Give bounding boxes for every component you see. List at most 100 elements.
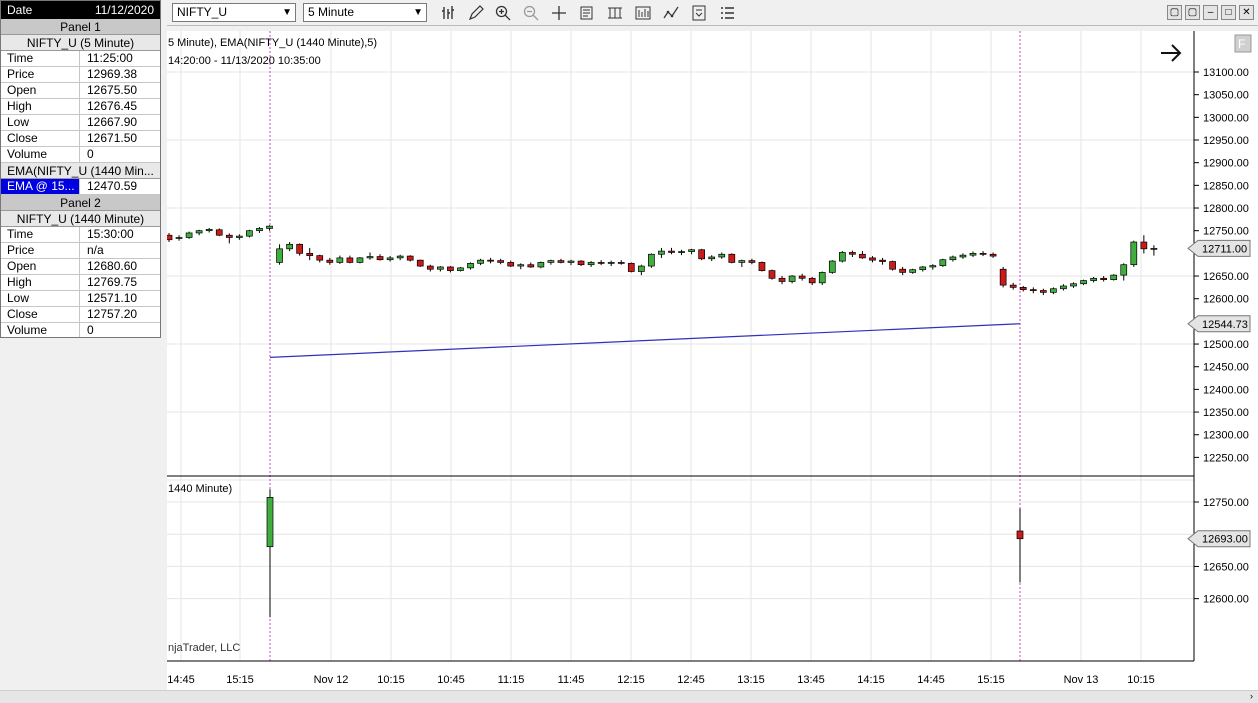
candle-body <box>617 262 625 264</box>
candlestick <box>728 253 736 264</box>
candle-body <box>1120 264 1128 276</box>
data-box-row-value: 11:25:00 <box>87 51 133 65</box>
price-axis-label: 12650.00 <box>1203 271 1249 283</box>
tile-icon[interactable]: ▢ <box>1185 5 1200 20</box>
candle-body <box>627 262 635 272</box>
candlestick <box>246 229 253 238</box>
properties-icon[interactable] <box>578 4 596 22</box>
maximize-icon[interactable]: □ <box>1221 5 1236 20</box>
candle-body <box>406 255 414 261</box>
data-box-row: Open 12680.60 <box>1 259 160 275</box>
candle-body <box>909 269 917 273</box>
candlestick <box>768 269 776 280</box>
candle-body <box>376 256 384 261</box>
candle-body <box>1019 287 1027 290</box>
candle-body <box>1140 241 1148 250</box>
instrument-list-icon[interactable] <box>718 4 736 22</box>
candle-body <box>235 235 243 238</box>
indicators-icon[interactable] <box>662 4 680 22</box>
candle-body <box>879 259 886 262</box>
candle-body <box>527 264 535 268</box>
ema-row[interactable]: EMA @ 15... 12470.59 <box>1 179 160 195</box>
minimize-icon[interactable]: – <box>1203 5 1218 20</box>
panel1-label: 5 Minute), EMA(NIFTY_U (1440 Minute),5) <box>168 37 377 49</box>
interval-selector[interactable]: 5 Minute ▼ <box>303 3 427 22</box>
strategies-icon[interactable] <box>690 4 708 22</box>
time-axis-label: 14:45 <box>917 674 945 686</box>
panel1-date-range: 14:20:00 - 11/13/2020 10:35:00 <box>168 55 321 67</box>
chart-trader-icon[interactable] <box>634 4 652 22</box>
instrument-selector[interactable]: NIFTY_U ▼ <box>172 3 296 22</box>
chart-grid <box>167 31 1258 690</box>
scroll-right-icon[interactable]: › <box>1250 691 1253 701</box>
candlestick <box>758 261 766 272</box>
data-box-row: High 12676.45 <box>1 99 160 115</box>
price-axis-label: 12400.00 <box>1203 384 1249 396</box>
candle-body <box>416 259 424 267</box>
candle-body <box>1060 285 1067 290</box>
candle-body <box>587 262 595 266</box>
instrument-value: NIFTY_U <box>177 5 228 19</box>
data-box-row-value: 12680.60 <box>87 259 138 273</box>
data-box-row-label: Open <box>1 83 80 98</box>
price-axis-label: 13050.00 <box>1203 90 1249 102</box>
candle-body <box>266 225 273 229</box>
price-axis-label: 13100.00 <box>1203 67 1249 79</box>
price-axis-label: 12850.00 <box>1203 180 1249 192</box>
candle-body <box>658 250 665 255</box>
horizontal-scrollbar[interactable]: › <box>0 690 1258 703</box>
candle-body <box>215 229 223 236</box>
candle-body <box>447 266 454 271</box>
time-axis-label: 15:15 <box>226 674 254 686</box>
time-axis-label: 11:45 <box>558 674 585 686</box>
candle-body <box>517 264 525 267</box>
time-axis-label: 14:15 <box>857 674 885 686</box>
candlestick <box>416 259 424 267</box>
bar-style-icon[interactable] <box>440 4 458 22</box>
candle-body <box>195 230 203 234</box>
candle-body <box>798 275 806 279</box>
candle-body <box>668 250 675 253</box>
price-axis-label: 12950.00 <box>1203 135 1249 147</box>
layout-icon[interactable]: ▢ <box>1167 5 1182 20</box>
candle-body <box>859 253 866 259</box>
crosshair-icon[interactable] <box>550 4 568 22</box>
time-axis-label: Nov 13 <box>1064 674 1099 686</box>
candle-body <box>1090 277 1097 281</box>
data-box-date-value: 11/12/2020 <box>94 3 154 17</box>
last-price-marker: 12711.00 <box>1187 239 1251 257</box>
candle-body <box>487 259 494 262</box>
candle-body <box>497 260 504 263</box>
candle-body <box>1039 290 1047 293</box>
candle-body <box>1029 289 1037 291</box>
zoom-out-icon[interactable] <box>522 4 540 22</box>
ema-row-label: EMA @ 15... <box>1 179 80 194</box>
price-axis-label: 12650.00 <box>1203 561 1249 573</box>
data-box-row: Time 11:25:00 <box>1 51 160 67</box>
candle-body <box>648 253 655 267</box>
candle-body <box>597 262 605 264</box>
candlestick <box>1110 274 1118 281</box>
price-chart[interactable]: 14:45 15:15 Nov 12 10:15 10:45 11:15 11:45 12:1… <box>167 31 1258 690</box>
candle-body <box>426 265 434 270</box>
data-box-row-value: 12667.90 <box>87 115 138 129</box>
candlestick <box>698 248 706 261</box>
time-axis-label: 15:15 <box>977 674 1005 686</box>
chart-toolbar: NIFTY_U ▼ 5 Minute ▼ ▢ ▢ – □ ✕ <box>167 0 1258 26</box>
data-box-row-label: Low <box>1 291 80 306</box>
close-icon[interactable]: ✕ <box>1239 5 1254 20</box>
price-axis-label: 12300.00 <box>1203 430 1249 442</box>
price-axis-label: 12750.00 <box>1203 226 1249 238</box>
data-box-row: Price n/a <box>1 243 160 259</box>
candle-body <box>778 277 786 282</box>
candle-body <box>718 253 726 258</box>
pencil-icon[interactable] <box>467 4 485 22</box>
data-box-row: Time 15:30:00 <box>1 227 160 243</box>
candle-body <box>828 260 836 273</box>
candle-body <box>818 272 826 284</box>
f-button[interactable]: F <box>1234 34 1252 53</box>
candle-body <box>557 260 565 263</box>
data-box-icon[interactable] <box>606 4 624 22</box>
zoom-in-icon[interactable] <box>494 4 512 22</box>
candle-body <box>838 252 846 262</box>
